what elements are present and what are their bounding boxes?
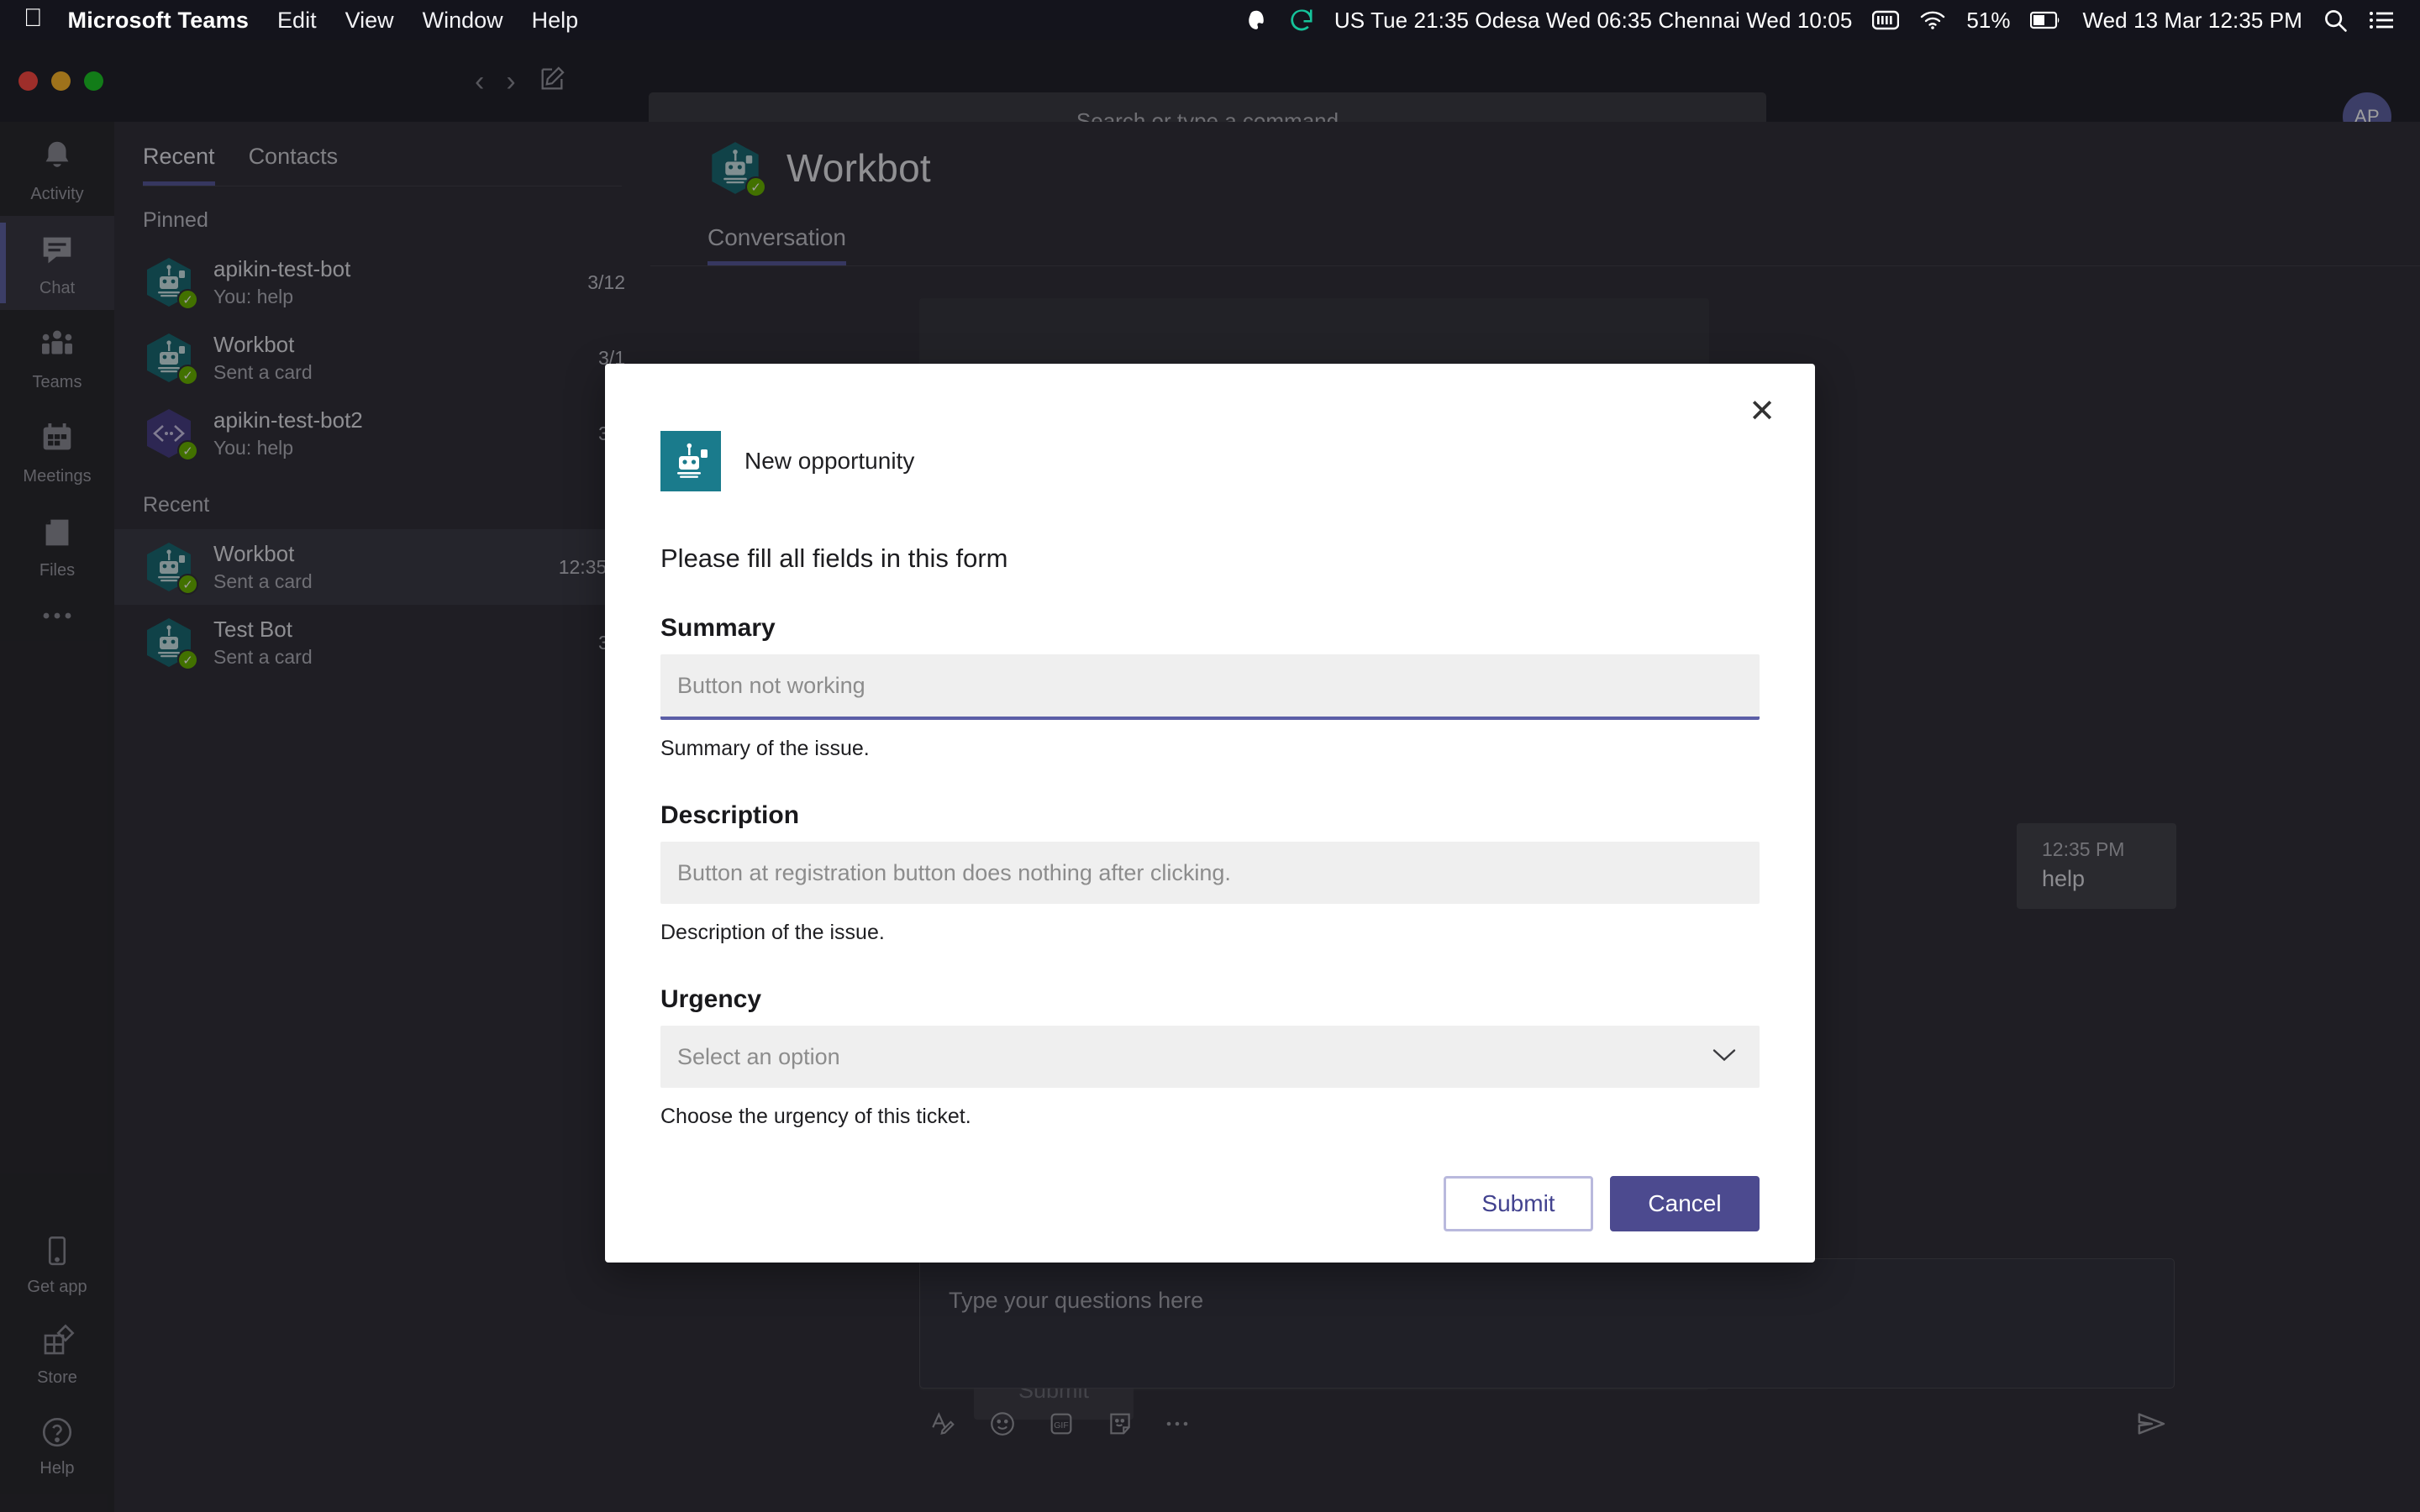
field-hint: Description of the issue. <box>660 921 885 944</box>
workbot-glyph <box>660 431 721 491</box>
workbot-icon <box>660 431 721 491</box>
menubar-datetime[interactable]: Wed 13 Mar 12:35 PM <box>2082 8 2302 34</box>
teams-app-window: ‹ › Search or type a command AP Activity… <box>0 40 2420 1512</box>
world-clocks-status[interactable]: US Tue 21:35 Odesa Wed 06:35 Chennai Wed… <box>1334 8 1853 34</box>
battery-icon[interactable] <box>2030 11 2062 29</box>
spotlight-search-icon[interactable] <box>2323 8 2348 33</box>
urgency-select[interactable]: Select an option <box>660 1026 1760 1088</box>
task-module-dialog: ✕ New opportunity Please fill all fields… <box>605 364 1815 1263</box>
dialog-subtitle: Please fill all fields in this form <box>660 543 1008 573</box>
field-hint: Summary of the issue. <box>660 737 870 760</box>
dialog-bot-name: New opportunity <box>744 448 915 474</box>
menubar-item-edit[interactable]: Edit <box>277 8 317 34</box>
field-label: Urgency <box>660 985 762 1013</box>
menubar-item-window[interactable]: Window <box>423 8 503 34</box>
evernote-icon[interactable] <box>1244 8 1269 33</box>
dialog-actions: Submit Cancel <box>605 1129 1815 1231</box>
summary-input-value: Button not working <box>677 672 865 698</box>
menubar-item-view[interactable]: View <box>345 8 394 34</box>
field-hint: Choose the urgency of this ticket. <box>660 1105 971 1128</box>
keyboard-icon[interactable] <box>1872 10 1900 30</box>
wifi-icon[interactable] <box>1919 10 1946 30</box>
menubar-item-help[interactable]: Help <box>532 8 579 34</box>
menubar-app-title[interactable]: Microsoft Teams <box>68 8 250 34</box>
battery-percent-label: 51% <box>1966 7 2011 33</box>
grammarly-icon[interactable] <box>1289 8 1314 33</box>
field-description: Description Button at registration butto… <box>605 801 1815 945</box>
field-urgency: Urgency Select an option Choose the urge… <box>605 985 1815 1129</box>
description-input[interactable]: Button at registration button does nothi… <box>660 842 1760 904</box>
field-summary: Summary Button not working Summary of th… <box>605 614 1815 761</box>
macos-menu-bar:  Microsoft Teams Edit View Window Help … <box>0 0 2420 40</box>
urgency-select-value: Select an option <box>677 1043 840 1069</box>
description-input-value: Button at registration button does nothi… <box>677 859 1231 885</box>
notification-center-icon[interactable] <box>2368 9 2395 31</box>
dialog-header: New opportunity <box>605 364 1815 491</box>
chevron-down-icon[interactable] <box>1711 1047 1738 1068</box>
field-label: Summary <box>660 614 776 642</box>
close-icon[interactable]: ✕ <box>1743 392 1781 431</box>
apple-icon[interactable]:  <box>24 6 43 31</box>
summary-input[interactable]: Button not working <box>660 654 1760 720</box>
field-label: Description <box>660 801 800 829</box>
cancel-button[interactable]: Cancel <box>1610 1176 1760 1231</box>
submit-button[interactable]: Submit <box>1444 1176 1593 1231</box>
